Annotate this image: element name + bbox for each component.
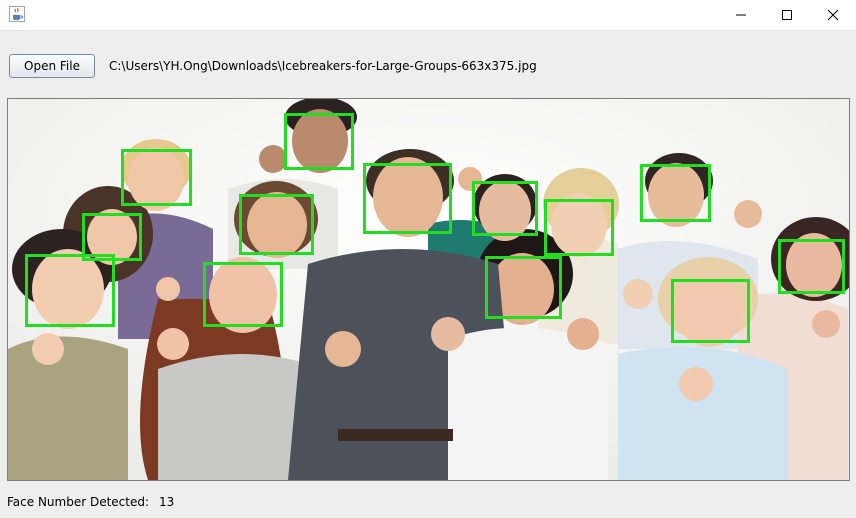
face-count: 13: [159, 495, 175, 509]
close-button[interactable]: [810, 0, 856, 30]
face-detection-box: [203, 262, 283, 327]
maximize-button[interactable]: [764, 0, 810, 30]
image-panel: [7, 98, 850, 481]
face-detection-box: [284, 113, 354, 170]
face-detection-box: [121, 149, 192, 206]
status-label: Face Number Detected:: [7, 495, 150, 509]
minimize-icon: [736, 14, 746, 16]
java-cup-icon: [9, 6, 25, 22]
minimize-button[interactable]: [718, 0, 764, 30]
face-detection-box: [640, 164, 711, 222]
face-detection-box: [544, 199, 614, 256]
face-detection-box: [239, 194, 314, 255]
face-detection-box: [671, 279, 750, 343]
face-detection-box: [472, 181, 538, 236]
face-detection-box: [778, 239, 845, 294]
file-path-label: C:\Users\YH.Ong\Downloads\Icebreakers-fo…: [109, 59, 537, 73]
content-panel: Open File C:\Users\YH.Ong\Downloads\Iceb…: [0, 31, 856, 518]
face-detection-box: [363, 163, 452, 234]
face-detection-box: [25, 254, 115, 327]
title-bar: [0, 0, 856, 31]
face-detection-box: [485, 256, 562, 319]
open-file-button[interactable]: Open File: [9, 54, 95, 78]
status-bar: Face Number Detected: 13: [7, 495, 174, 509]
close-icon: [827, 9, 839, 21]
maximize-icon: [782, 10, 792, 20]
